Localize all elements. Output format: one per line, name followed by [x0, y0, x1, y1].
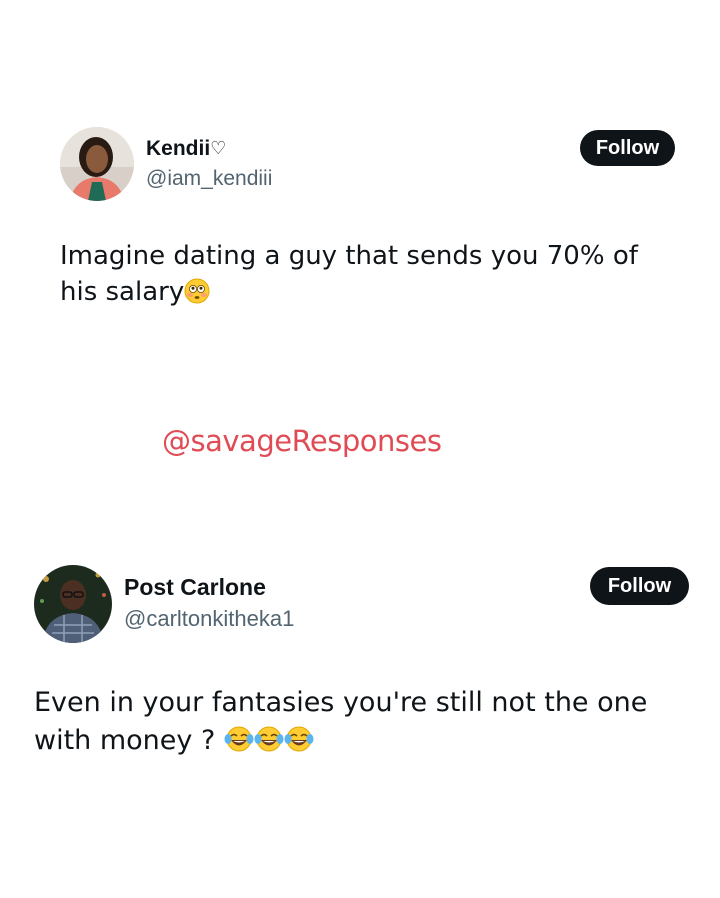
avatar[interactable] — [60, 127, 134, 201]
heart-icon: ♡ — [210, 138, 227, 158]
tweet-text-body: Even in your fantasies you're still not … — [34, 687, 648, 756]
display-name[interactable]: Post Carlone — [124, 574, 266, 601]
avatar-post-carlone-icon — [34, 565, 112, 643]
tweet-text-body: Imagine dating a guy that sends you 70% … — [60, 241, 638, 308]
display-name-text: Kendii — [146, 137, 211, 160]
tears-of-joy-icon — [284, 725, 314, 764]
user-handle[interactable]: @carltonkitheka1 — [124, 606, 294, 632]
tears-of-joy-icon — [254, 725, 284, 764]
avatar-kendii-icon — [60, 127, 134, 201]
user-handle[interactable]: @iam_kendiii — [146, 167, 272, 191]
follow-button[interactable]: Follow — [590, 567, 689, 605]
avatar[interactable] — [34, 565, 112, 643]
follow-button[interactable]: Follow — [580, 130, 675, 166]
display-name[interactable]: Kendii♡ — [146, 137, 226, 161]
watermark: @savageResponses — [162, 424, 442, 458]
tears-of-joy-icon — [224, 725, 254, 764]
tweet-text: Even in your fantasies you're still not … — [34, 684, 694, 764]
flushed-face-icon — [184, 278, 210, 314]
tweet-text: Imagine dating a guy that sends you 70% … — [60, 238, 670, 315]
